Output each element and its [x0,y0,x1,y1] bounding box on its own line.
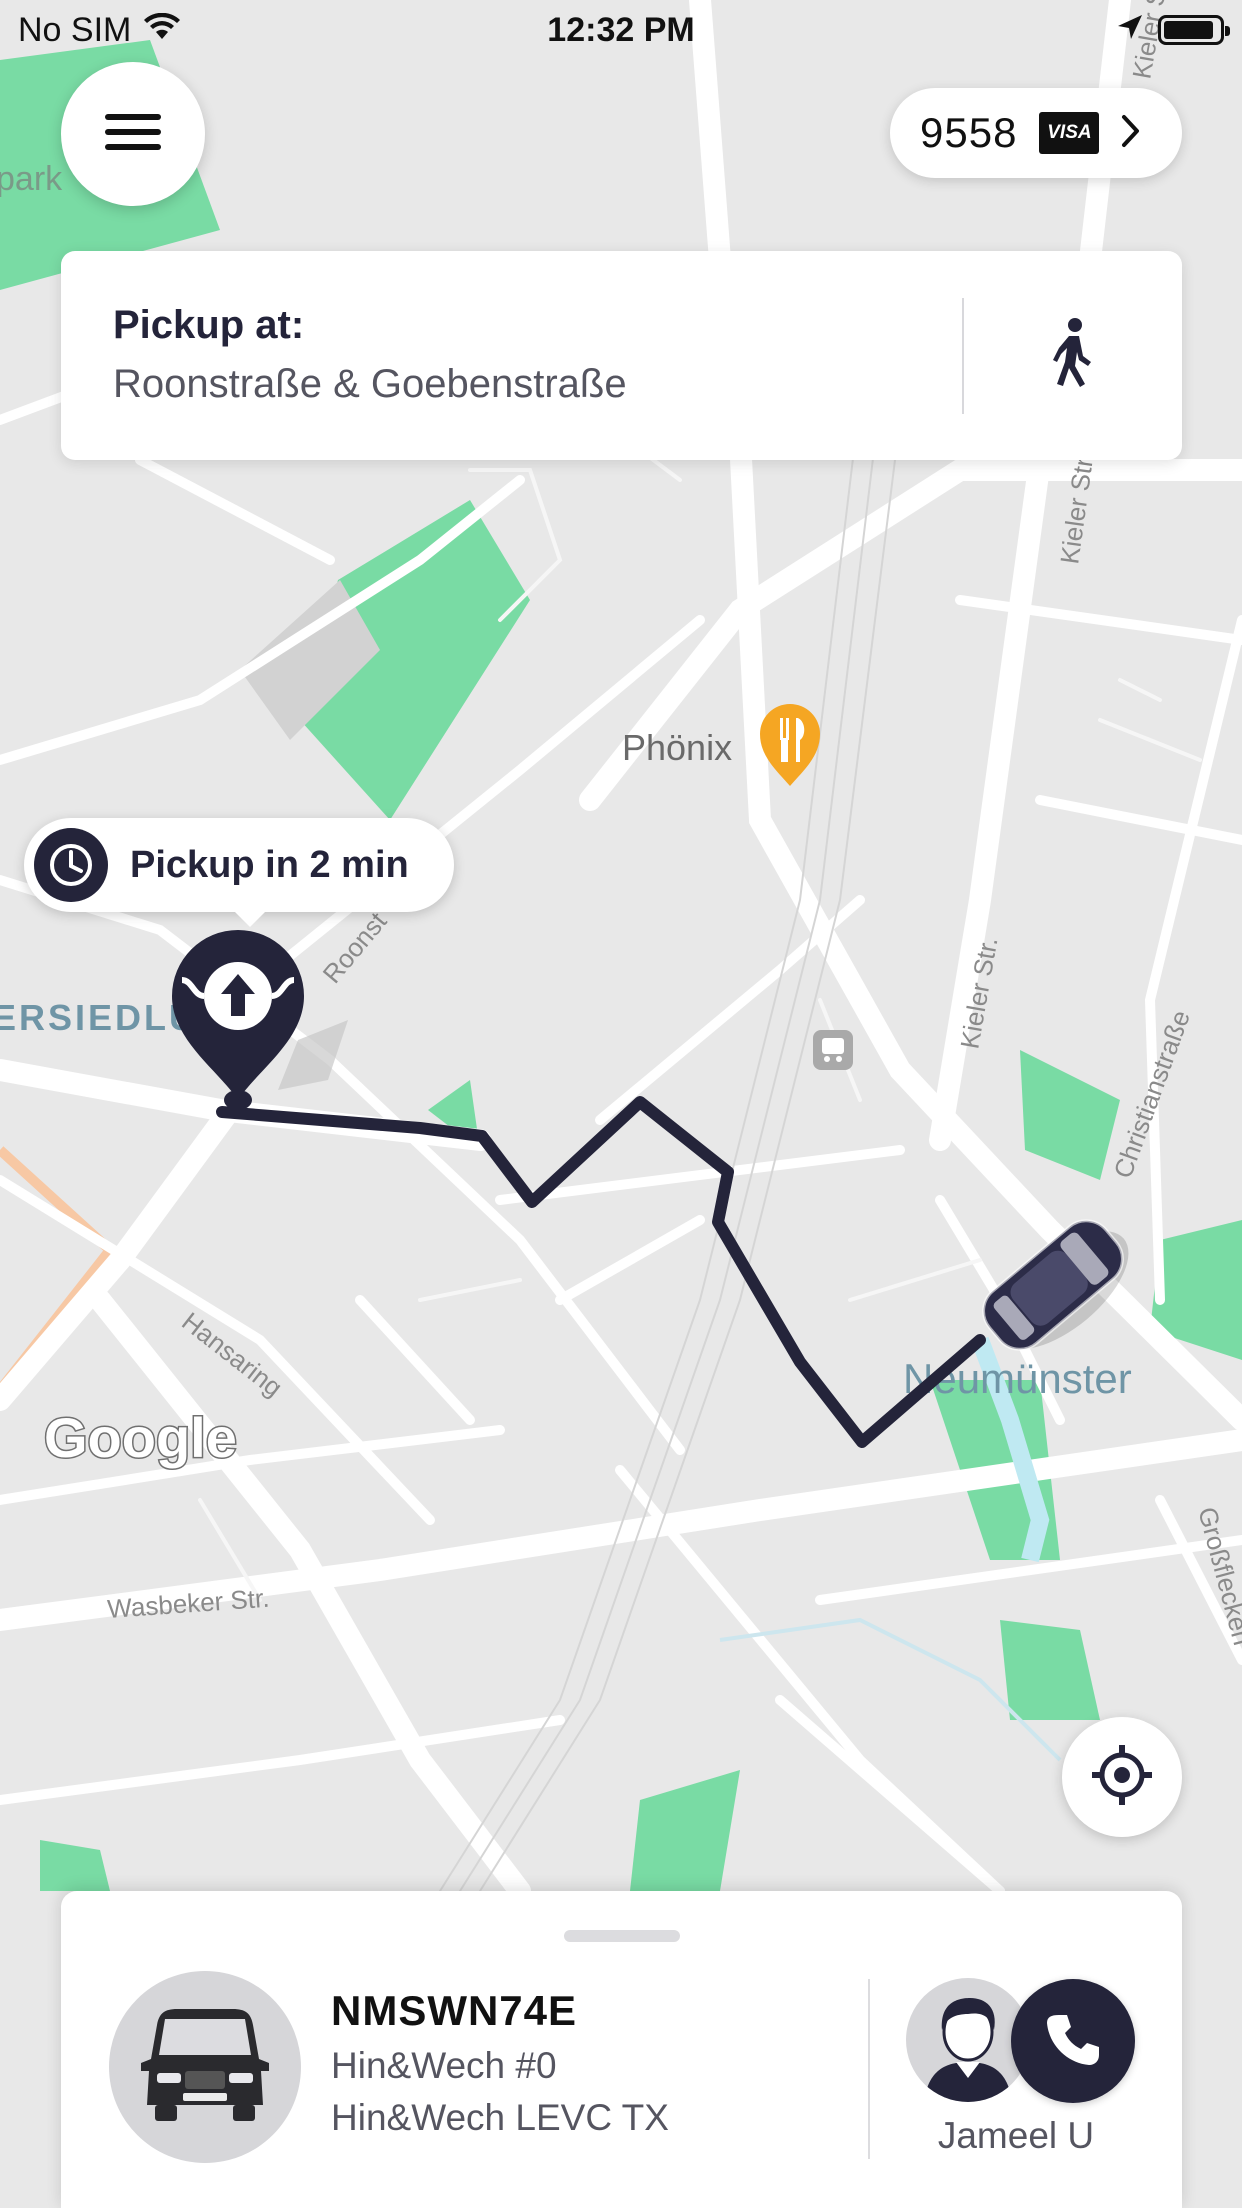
carrier-label: No SIM [18,10,132,49]
payment-method-button[interactable]: 9558 VISA [890,88,1182,178]
vehicle-model: Hin&Wech LEVC TX [331,2097,669,2138]
ride-details-sheet[interactable]: NMSWN74E Hin&Wech #0 Hin&Wech LEVC TX Ja… [61,1891,1182,2208]
sheet-drag-handle[interactable] [564,1930,680,1942]
chevron-right-icon [1121,114,1141,153]
status-time: 12:32 PM [547,10,695,49]
battery-icon [1158,15,1230,45]
pickup-text: Pickup at: Roonstraße & Goebenstraße [61,251,962,460]
pickup-location-card[interactable]: Pickup at: Roonstraße & Goebenstraße [61,251,1182,460]
status-bar: No SIM 12:32 PM [0,0,1242,60]
transit-stop-icon [813,1030,853,1070]
wifi-icon [143,11,181,50]
google-logo: Google [44,1406,237,1469]
pickup-label: Pickup at: [113,303,305,347]
walking-directions-button[interactable] [964,251,1182,460]
vehicle-info: NMSWN74E Hin&Wech #0 Hin&Wech LEVC TX [331,1987,669,2139]
call-driver-button[interactable] [1011,1979,1135,2103]
walking-person-icon [1051,318,1095,393]
battery-fill [1164,21,1213,39]
recenter-location-button[interactable] [1062,1717,1182,1837]
poi-name-label: Phönix [622,727,732,768]
menu-button[interactable] [61,62,205,206]
location-arrow-icon [1116,11,1144,50]
pickup-eta-text: Pickup in 2 min [130,843,409,886]
visa-card-icon: VISA [1039,112,1100,154]
driver-name: Jameel U [937,2115,1095,2156]
payment-card-digits: 9558 [920,109,1018,156]
vehicle-name: Hin&Wech #0 [331,2045,557,2086]
park-label: park [0,160,63,198]
clock-icon [34,828,108,902]
pickup-eta-bubble: Pickup in 2 min [24,818,454,927]
van-icon [135,2005,275,2130]
pickup-address: Roonstraße & Goebenstraße [113,362,627,406]
district-label: ERSIEDLU [0,997,198,1038]
hamburger-menu-icon [105,112,161,157]
status-right [1116,11,1230,50]
license-plate: NMSWN74E [331,1987,578,2034]
crosshair-locate-icon [1090,1743,1154,1812]
vehicle-avatar [109,1971,301,2163]
status-left: No SIM [18,11,181,50]
phone-icon [1045,2011,1101,2072]
